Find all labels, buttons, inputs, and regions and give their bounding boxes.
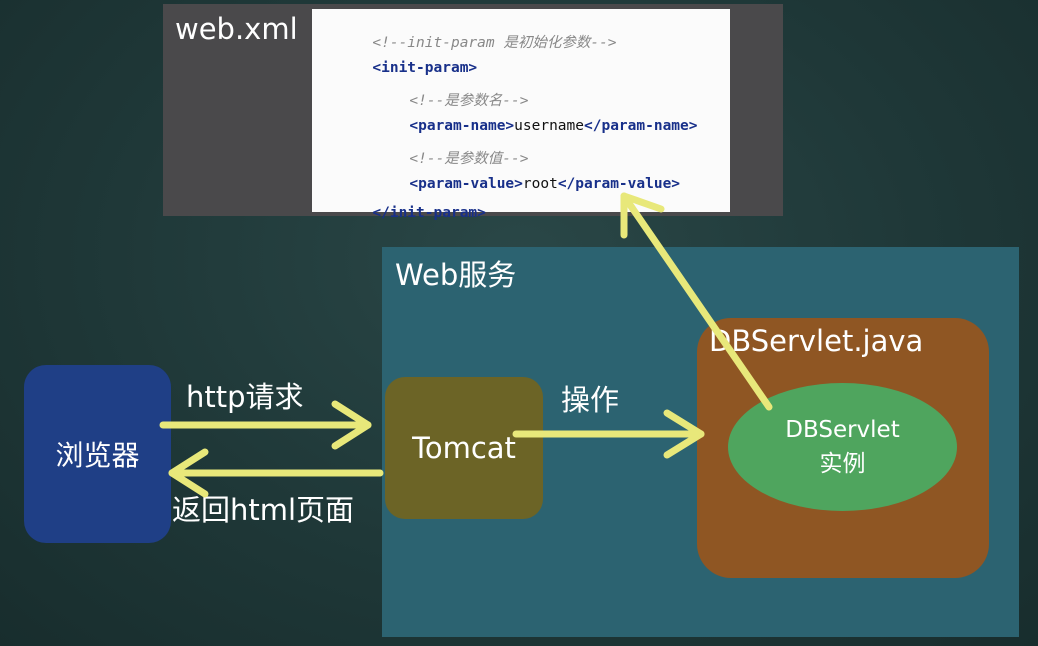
arrows-layer [159, 192, 773, 498]
response-arrow [168, 448, 384, 498]
request-arrow [159, 400, 372, 450]
init-param-arrow [620, 192, 773, 411]
operate-arrow [512, 409, 705, 459]
